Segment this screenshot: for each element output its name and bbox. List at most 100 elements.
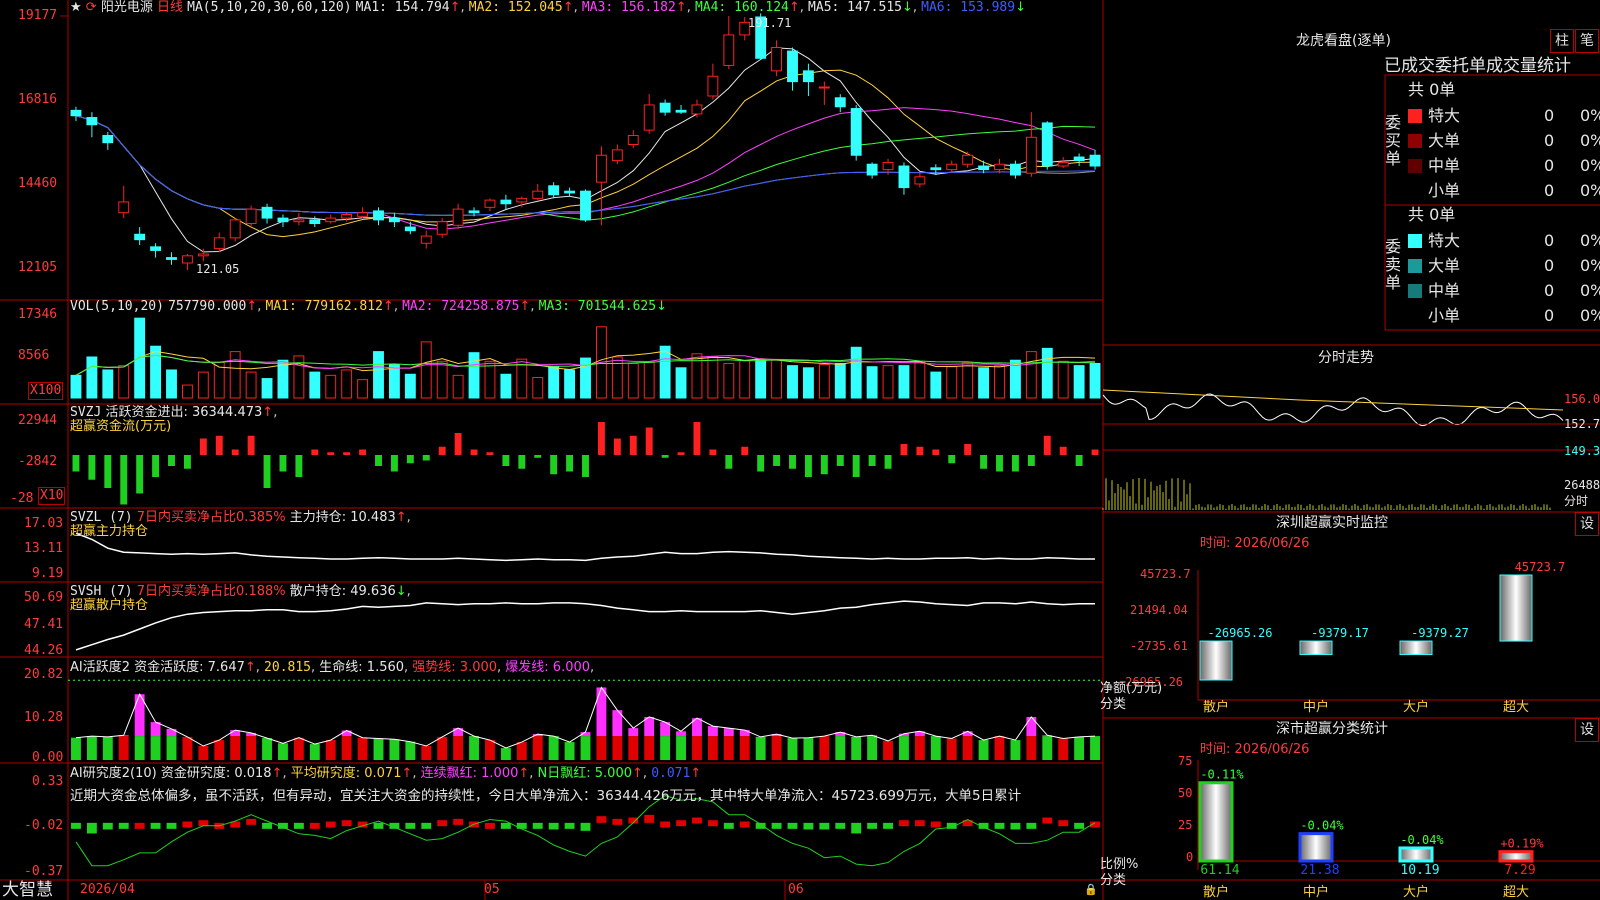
favorite-star-icon[interactable]: ★: [70, 0, 82, 15]
order-percent: 0%: [1580, 181, 1600, 200]
brand-label[interactable]: 大智慧: [2, 880, 53, 900]
ai2-tick-3: -0.37: [24, 864, 64, 879]
candle-up: [882, 161, 894, 171]
activity-bar: [692, 736, 702, 760]
activity-bar: [357, 737, 368, 760]
volume-bar: [1089, 362, 1101, 399]
order-percent: 0%: [1580, 231, 1600, 250]
ma1-value: MA1: 154.794: [355, 0, 450, 15]
candle-up: [994, 163, 1005, 171]
candle-down: [261, 206, 273, 219]
research-bar: [819, 822, 830, 830]
ai2-title[interactable]: AI研究度2(10): [70, 766, 157, 781]
fund-flow-bar: [136, 455, 144, 494]
volume-bar: [898, 365, 910, 399]
research-bar: [150, 822, 161, 829]
fund-flow-bar: [996, 455, 1003, 472]
monitor-bar: [1499, 574, 1533, 642]
fund-flow-bar: [741, 446, 749, 455]
volume-bar: [229, 351, 241, 399]
candle-down: [134, 233, 146, 241]
research-bar: [596, 816, 607, 823]
volume-bar: [818, 364, 830, 399]
research-bar: [1058, 820, 1069, 827]
order-row: 中单 0 0%: [1408, 157, 1600, 175]
candle-up: [325, 217, 337, 223]
tick-mode-button[interactable]: 笔: [1575, 29, 1599, 53]
volume-bar: [580, 357, 591, 399]
ma-params[interactable]: MA(5,10,20,30,60,120): [187, 0, 351, 15]
candle-down: [898, 165, 910, 189]
svzl-ratio: 7日内买卖净占比0.385%: [136, 510, 286, 525]
svsh-title[interactable]: SVSH (7): [70, 584, 133, 599]
volume-bar: [181, 384, 193, 399]
candle-down: [500, 199, 512, 205]
ma6-value: MA6: 153.989: [921, 0, 1016, 15]
ai2-last: 0.071: [651, 766, 691, 781]
monitor-tick-3: -2735.61: [1130, 639, 1188, 653]
candle-up: [611, 149, 623, 162]
period-label[interactable]: 日线: [157, 0, 183, 15]
order-percent: 0%: [1580, 281, 1600, 300]
main-chart-area[interactable]: -26965.26 散户 -9379.17 中户 -9379.27 大户 45723.7 超大…: [0, 0, 1600, 900]
stock-name[interactable]: 阳光电源: [101, 0, 153, 15]
fund-flow-bar: [247, 435, 255, 455]
research-bar: [883, 822, 893, 829]
volume-bar: [548, 366, 560, 399]
vol-ma3: MA3: 701544.625: [538, 299, 657, 314]
candle-down: [850, 108, 862, 156]
stats-category: 超大: [1503, 885, 1529, 900]
fund-flow-bar: [152, 455, 160, 477]
volume-bar: [309, 371, 321, 399]
ai1-title[interactable]: AI活跃度2: [70, 660, 130, 675]
order-percent: 0%: [1580, 106, 1600, 125]
research-bar: [660, 821, 671, 828]
activity-bar: [309, 744, 320, 760]
lock-icon[interactable]: 🔒: [1084, 882, 1098, 898]
bar-mode-button[interactable]: 柱: [1550, 29, 1574, 53]
activity-bar: [71, 737, 81, 760]
activity-burst-bar: [628, 728, 639, 737]
stats-settings-button[interactable]: 设: [1575, 718, 1599, 742]
fund-flow-bar: [295, 455, 303, 477]
activity-burst-bar: [723, 728, 734, 737]
candle-up: [946, 163, 958, 171]
activity-bar: [453, 736, 464, 760]
refresh-icon[interactable]: ⟳: [86, 0, 97, 15]
research-bar: [739, 821, 750, 828]
intraday-vol-tick: 26488: [1564, 478, 1600, 492]
volume-bar: [341, 369, 353, 399]
vol-ma2: MA2: 724258.875: [402, 299, 520, 314]
research-bar: [437, 820, 448, 827]
candle-up: [914, 176, 926, 185]
svzl-title[interactable]: SVZL (7): [70, 510, 133, 525]
activity-bar: [707, 736, 718, 760]
stats-bar: [1498, 850, 1534, 863]
monitor-category: 大户: [1403, 699, 1429, 715]
order-type: 大单: [1428, 131, 1461, 150]
activity-bar: [644, 736, 655, 760]
volume-bar: [197, 371, 209, 399]
candle-down: [150, 246, 162, 251]
fund-flow-bar: [964, 444, 972, 455]
research-bar: [71, 822, 81, 829]
order-count: 0: [1544, 231, 1555, 250]
research-bar: [771, 822, 782, 829]
activity-bar: [198, 746, 209, 760]
research-bar: [198, 820, 209, 827]
ai1-tick-1: 20.82: [24, 667, 64, 682]
fund-flow-bar: [343, 452, 351, 455]
candle-down: [580, 190, 591, 221]
volume-bar: [707, 356, 719, 399]
volume-bar: [404, 373, 416, 399]
svzj-title[interactable]: SVZJ: [70, 405, 101, 420]
fund-flow-bar: [629, 435, 637, 455]
volume-bar: [866, 366, 878, 399]
candle-down: [1009, 163, 1021, 176]
activity-bar: [230, 736, 241, 760]
candle-down: [787, 50, 798, 83]
ma3-value: MA3: 156.182: [581, 0, 676, 15]
monitor-settings-button[interactable]: 设: [1575, 512, 1599, 536]
vol-title[interactable]: VOL(5,10,20): [70, 299, 164, 314]
candle-down: [388, 217, 400, 223]
